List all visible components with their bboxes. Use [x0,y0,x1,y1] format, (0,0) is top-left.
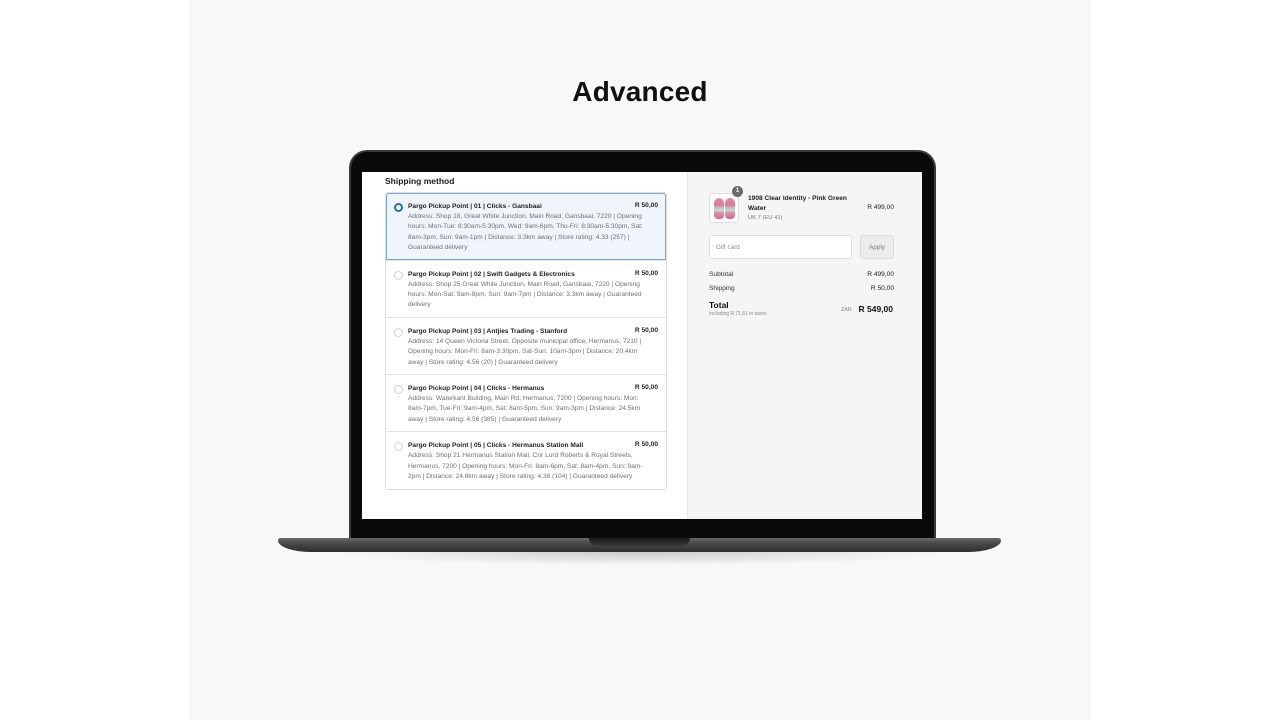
radio-unselected-icon[interactable] [394,270,403,280]
subtotal-value: R 499,00 [867,271,894,278]
radio-unselected-icon[interactable] [394,385,403,395]
option-description: Address: Shop 21 Hermanus Station Mall, … [408,452,643,481]
shipping-option[interactable]: Pargo Pickup Point | 03 | Antjies Tradin… [386,316,666,375]
option-description: Address: 14 Queen Victoria Street, Oppos… [408,337,642,366]
total-value: R 549,00 [858,304,894,314]
option-title: Pargo Pickup Point | 01 | Clicks - Gansb… [408,203,542,210]
shipping-options-list: Pargo Pickup Point | 01 | Clicks - Gansb… [385,192,667,490]
order-summary-panel: 1 1908 Clear Identity - Pink Green Water… [687,172,922,519]
option-price: R 50,00 [634,269,658,277]
option-price: R 50,00 [634,384,658,392]
shipping-row: Shipping R 50,00 [709,285,894,292]
shipping-option[interactable]: Pargo Pickup Point | 04 | Clicks - Herma… [386,374,666,432]
option-description: Address: Shop 18, Great White Junction, … [408,213,643,252]
product-variant: UK 7 (EU 41) [748,215,783,221]
total-label: Total [709,300,729,310]
product-name: 1908 Clear Identity - Pink Green Water [748,195,847,212]
section-title: Shipping method [385,176,455,186]
option-description: Address: Shop 25 Great White Junction, M… [408,280,642,309]
pink-slippers-image [714,198,724,219]
radio-unselected-icon[interactable] [394,442,403,452]
shipping-option[interactable]: Pargo Pickup Point | 05 | Clicks - Herma… [386,431,666,489]
option-title: Pargo Pickup Point | 02 | Swift Gadgets … [408,270,575,278]
pink-slippers-image [725,198,735,219]
option-title: Pargo Pickup Point | 04 | Clicks - Herma… [408,385,545,393]
option-price: R 50,00 [634,326,658,334]
tax-note: Including R 71,61 in taxes [709,311,767,317]
shipping-option[interactable]: Pargo Pickup Point | 02 | Swift Gadgets … [386,259,666,317]
radio-unselected-icon[interactable] [394,327,403,337]
shipping-label: Shipping [709,285,735,292]
product-price: R 499,00 [867,204,894,211]
subtotal-label: Subtotal [709,271,734,278]
option-title: Pargo Pickup Point | 03 | Antjies Tradin… [408,327,568,335]
option-title: Pargo Pickup Point | 05 | Clicks - Herma… [408,442,584,450]
quantity-badge: 1 [732,186,743,197]
laptop-shadow [330,552,950,566]
currency-code: ZAR [841,307,852,313]
gift-card-input[interactable] [709,235,852,259]
product-thumbnail [709,193,739,223]
laptop-notch [589,538,690,546]
shipping-option[interactable]: Pargo Pickup Point | 01 | Clicks - Gansb… [386,193,666,260]
laptop-screen: Shipping method Pargo Pickup Point | 01 … [362,172,922,519]
apply-button[interactable]: Apply [860,235,894,259]
option-description: Address: Waterkant Building, Main Rd, He… [408,395,641,423]
radio-selected-icon[interactable] [394,203,403,212]
shipping-panel: Shipping method Pargo Pickup Point | 01 … [362,172,687,519]
option-price: R 50,00 [634,202,658,209]
shipping-value: R 50,00 [870,285,894,292]
option-price: R 50,00 [634,441,658,449]
page-headline: Advanced [572,76,708,107]
subtotal-row: Subtotal R 499,00 [709,271,894,278]
